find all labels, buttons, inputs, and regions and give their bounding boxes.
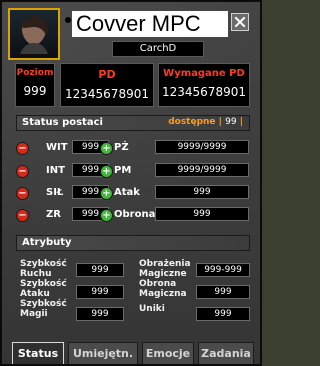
tab-umiejetnosci[interactable]: Umiejętn. xyxy=(68,342,138,364)
stat-row-pm: + PM 9999/9999 xyxy=(100,163,260,181)
minus-icon: − xyxy=(18,142,27,154)
attr-label-szybkosc-ruchu: Szybkość Ruchu xyxy=(20,259,68,279)
attr-label-line1: Szybkość xyxy=(20,279,67,289)
attributes-section-header: Atrybuty xyxy=(16,235,250,251)
stat-row-atak: + Atak 999 xyxy=(100,185,260,203)
tab-emocje[interactable]: Emocje xyxy=(142,342,194,364)
stat-label-obrona: Obrona xyxy=(114,209,156,220)
level-label: Poziom xyxy=(16,68,54,78)
attr-label-szybkosc-ataku: Szybkość Ataku xyxy=(20,279,68,299)
character-status-window: Covver MPC CarchD Poziom 999 PD 12345678… xyxy=(0,0,262,366)
attr-value-szybkosc-magii: 999 xyxy=(76,307,124,321)
attr-label-line1: Uniki xyxy=(139,304,165,314)
decrease-wit-button[interactable]: − xyxy=(16,142,29,155)
attr-label-line1: Obrona xyxy=(139,279,177,289)
increase-obrona-button[interactable]: + xyxy=(100,209,113,222)
decrease-sil-button[interactable]: − xyxy=(16,187,29,200)
attr-value-uniki: 999 xyxy=(196,307,250,321)
available-separator-right: | xyxy=(239,117,243,127)
required-pd-label: Wymagane PD xyxy=(163,68,245,79)
attr-label-line2: Ataku xyxy=(20,289,50,299)
level-value: 999 xyxy=(23,84,47,98)
stat-value-obrona: 999 xyxy=(155,207,249,221)
bottom-tabs: Status Umiejętn. Emocje Zadania xyxy=(12,342,254,364)
stat-label-wit: WIT xyxy=(46,142,68,153)
available-value: 99 xyxy=(225,117,237,127)
plus-icon: + xyxy=(102,209,111,221)
available-points: dostępne | 99 | xyxy=(168,117,243,127)
increase-pm-button[interactable]: + xyxy=(100,165,113,178)
attr-label-line2: Ruchu xyxy=(20,269,52,279)
level-box: Poziom 999 xyxy=(15,63,55,107)
stat-label-atak: Atak xyxy=(114,187,140,198)
plus-icon: + xyxy=(102,142,111,154)
attr-label-line2: Magiczne xyxy=(139,269,187,279)
increase-pz-button[interactable]: + xyxy=(100,142,113,155)
window-title: Covver MPC xyxy=(72,11,228,37)
character-portrait xyxy=(8,8,60,60)
minus-icon: − xyxy=(18,209,27,221)
decrease-int-button[interactable]: − xyxy=(16,165,29,178)
pd-label: PD xyxy=(98,68,116,81)
plus-icon: + xyxy=(102,165,111,177)
attr-label-uniki: Uniki xyxy=(139,304,195,314)
status-section-header: Status postaci dostępne | 99 | xyxy=(16,115,250,131)
attr-label-line1: Szybkość xyxy=(20,299,67,309)
attr-label-line1: Szybkość xyxy=(20,259,67,269)
attr-value-obrona-magiczna: 999 xyxy=(196,285,250,299)
plus-icon: + xyxy=(102,187,111,199)
close-button[interactable] xyxy=(231,13,249,31)
title-bullet xyxy=(65,17,71,23)
character-portrait-icon xyxy=(10,10,58,58)
stat-label-int: INT xyxy=(46,165,65,176)
stat-label-pz: PŻ xyxy=(114,142,129,153)
stat-label-zr: ZR xyxy=(46,209,61,220)
pd-box: PD 12345678901 xyxy=(60,63,154,107)
attr-label-obrona-magiczna: Obrona Magiczna xyxy=(139,279,195,299)
attributes-section-title: Atrybuty xyxy=(22,237,72,248)
stat-label-pm: PM xyxy=(114,165,132,176)
attr-label-line1: Obrażenia xyxy=(139,259,191,269)
increase-atak-button[interactable]: + xyxy=(100,187,113,200)
attr-value-obrazenia-magiczne: 999-999 xyxy=(196,263,250,277)
character-name: CarchD xyxy=(112,41,204,57)
required-pd-value: 12345678901 xyxy=(162,85,246,99)
stat-value-atak: 999 xyxy=(155,185,249,199)
attr-value-szybkosc-ruchu: 999 xyxy=(76,263,124,277)
decrease-zr-button[interactable]: − xyxy=(16,209,29,222)
stat-row-obrona: + Obrona 999 xyxy=(100,207,260,225)
minus-icon: − xyxy=(18,187,27,199)
available-label: dostępne xyxy=(168,117,216,127)
available-separator: | xyxy=(218,117,222,127)
tab-status[interactable]: Status xyxy=(12,342,64,364)
attr-label-szybkosc-magii: Szybkość Magii xyxy=(20,299,68,319)
stat-row-pz: + PŻ 9999/9999 xyxy=(100,140,260,158)
attr-value-szybkosc-ataku: 999 xyxy=(76,285,124,299)
tab-zadania[interactable]: Zadania xyxy=(198,342,254,364)
close-icon xyxy=(234,16,246,28)
stat-value-pm: 9999/9999 xyxy=(155,163,249,177)
required-pd-box: Wymagane PD 12345678901 xyxy=(158,63,250,107)
minus-icon: − xyxy=(18,165,27,177)
status-section-title: Status postaci xyxy=(22,117,103,128)
attr-label-line2: Magii xyxy=(20,309,48,319)
stat-value-pz: 9999/9999 xyxy=(155,140,249,154)
attr-label-line2: Magiczna xyxy=(139,289,187,299)
attr-label-obrazenia-magiczne: Obrażenia Magiczne xyxy=(139,259,195,279)
stat-label-sil: SIŁ xyxy=(46,187,64,198)
pd-value: 12345678901 xyxy=(65,87,149,101)
